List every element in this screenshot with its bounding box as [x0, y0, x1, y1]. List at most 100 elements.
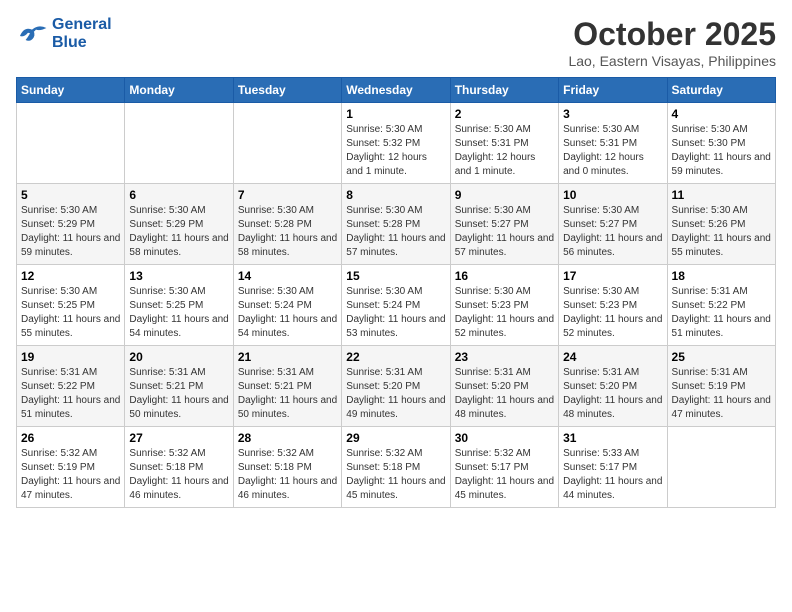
day-cell: 4Sunrise: 5:30 AMSunset: 5:30 PMDaylight…	[667, 103, 775, 184]
day-cell: 12Sunrise: 5:30 AMSunset: 5:25 PMDayligh…	[17, 265, 125, 346]
day-cell: 13 Sunrise: 5:30 AMSunset: 5:25 PMDayligh…	[125, 265, 233, 346]
day-number: 25	[672, 350, 771, 364]
day-number: 7	[238, 188, 337, 202]
day-number: 6	[129, 188, 228, 202]
day-info: Sunrise: 5:30 AMSunset: 5:24 PMDaylight:…	[238, 285, 337, 341]
day-cell: 22 Sunrise: 5:31 AMSunset: 5:20 PMDayligh…	[342, 346, 450, 427]
day-info: Sunrise: 5:31 AMSunset: 5:22 PMDaylight:…	[672, 285, 771, 341]
day-cell: 5Sunrise: 5:30 AMSunset: 5:29 PMDaylight…	[17, 184, 125, 265]
week-row-3: 12Sunrise: 5:30 AMSunset: 5:25 PMDayligh…	[17, 265, 776, 346]
day-cell: 21Sunrise: 5:31 AMSunset: 5:21 PMDayligh…	[233, 346, 341, 427]
day-number: 2	[455, 107, 554, 121]
day-cell: 7 Sunrise: 5:30 AMSunset: 5:28 PMDaylight…	[233, 184, 341, 265]
weekday-row: SundayMondayTuesdayWednesdayThursdayFrid…	[17, 78, 776, 103]
week-row-2: 5Sunrise: 5:30 AMSunset: 5:29 PMDaylight…	[17, 184, 776, 265]
day-info: Sunrise: 5:33 AMSunset: 5:17 PMDaylight:…	[563, 447, 662, 503]
day-info: Sunrise: 5:30 AMSunset: 5:29 PMDaylight:…	[129, 204, 228, 260]
day-number: 3	[563, 107, 662, 121]
day-cell: 28 Sunrise: 5:32 AMSunset: 5:18 PMDayligh…	[233, 427, 341, 508]
day-number: 29	[346, 431, 445, 445]
day-number: 13	[129, 269, 228, 283]
day-info: Sunrise: 5:30 AMSunset: 5:26 PMDaylight:…	[672, 204, 771, 260]
day-info: Sunrise: 5:30 AMSunset: 5:27 PMDaylight:…	[455, 204, 554, 260]
day-cell: 11 Sunrise: 5:30 AMSunset: 5:26 PMDayligh…	[667, 184, 775, 265]
day-info: Sunrise: 5:30 AMSunset: 5:31 PMDaylight:…	[563, 123, 662, 179]
weekday-wednesday: Wednesday	[342, 78, 450, 103]
day-cell	[233, 103, 341, 184]
day-info: Sunrise: 5:32 AMSunset: 5:18 PMDaylight:…	[129, 447, 228, 503]
day-cell: 31 Sunrise: 5:33 AMSunset: 5:17 PMDayligh…	[559, 427, 667, 508]
day-number: 10	[563, 188, 662, 202]
day-number: 20	[129, 350, 228, 364]
logo-icon	[16, 20, 48, 48]
day-number: 9	[455, 188, 554, 202]
day-number: 22	[346, 350, 445, 364]
day-cell: 15Sunrise: 5:30 AMSunset: 5:24 PMDayligh…	[342, 265, 450, 346]
weekday-friday: Friday	[559, 78, 667, 103]
day-number: 21	[238, 350, 337, 364]
day-cell: 14 Sunrise: 5:30 AMSunset: 5:24 PMDayligh…	[233, 265, 341, 346]
day-number: 4	[672, 107, 771, 121]
day-cell: 10 Sunrise: 5:30 AMSunset: 5:27 PMDayligh…	[559, 184, 667, 265]
title-block: October 2025 Lao, Eastern Visayas, Phili…	[568, 16, 776, 69]
day-cell: 6 Sunrise: 5:30 AMSunset: 5:29 PMDaylight…	[125, 184, 233, 265]
day-number: 28	[238, 431, 337, 445]
weekday-tuesday: Tuesday	[233, 78, 341, 103]
day-info: Sunrise: 5:32 AMSunset: 5:17 PMDaylight:…	[455, 447, 554, 503]
day-info: Sunrise: 5:31 AMSunset: 5:20 PMDaylight:…	[455, 366, 554, 422]
day-cell: 18 Sunrise: 5:31 AMSunset: 5:22 PMDayligh…	[667, 265, 775, 346]
day-info: Sunrise: 5:30 AMSunset: 5:28 PMDaylight:…	[238, 204, 337, 260]
day-number: 11	[672, 188, 771, 202]
day-info: Sunrise: 5:30 AMSunset: 5:27 PMDaylight:…	[563, 204, 662, 260]
day-number: 1	[346, 107, 445, 121]
page-header: General Blue October 2025 Lao, Eastern V…	[16, 16, 776, 69]
day-info: Sunrise: 5:30 AMSunset: 5:25 PMDaylight:…	[129, 285, 228, 341]
weekday-monday: Monday	[125, 78, 233, 103]
day-info: Sunrise: 5:30 AMSunset: 5:23 PMDaylight:…	[563, 285, 662, 341]
weekday-sunday: Sunday	[17, 78, 125, 103]
month-title: October 2025	[568, 16, 776, 53]
day-cell: 8 Sunrise: 5:30 AMSunset: 5:28 PMDaylight…	[342, 184, 450, 265]
day-number: 8	[346, 188, 445, 202]
logo: General Blue	[16, 16, 112, 53]
day-cell	[17, 103, 125, 184]
day-number: 15	[346, 269, 445, 283]
day-info: Sunrise: 5:31 AMSunset: 5:22 PMDaylight:…	[21, 366, 120, 422]
day-info: Sunrise: 5:31 AMSunset: 5:20 PMDaylight:…	[346, 366, 445, 422]
day-cell: 27Sunrise: 5:32 AMSunset: 5:18 PMDayligh…	[125, 427, 233, 508]
day-number: 14	[238, 269, 337, 283]
day-cell: 9 Sunrise: 5:30 AMSunset: 5:27 PMDaylight…	[450, 184, 558, 265]
day-info: Sunrise: 5:32 AMSunset: 5:18 PMDaylight:…	[238, 447, 337, 503]
day-cell: 25 Sunrise: 5:31 AMSunset: 5:19 PMDayligh…	[667, 346, 775, 427]
calendar-header: SundayMondayTuesdayWednesdayThursdayFrid…	[17, 78, 776, 103]
day-number: 19	[21, 350, 120, 364]
day-info: Sunrise: 5:32 AMSunset: 5:18 PMDaylight:…	[346, 447, 445, 503]
week-row-1: 1 Sunrise: 5:30 AMSunset: 5:32 PMDaylight…	[17, 103, 776, 184]
day-cell: 17Sunrise: 5:30 AMSunset: 5:23 PMDayligh…	[559, 265, 667, 346]
day-cell	[667, 427, 775, 508]
day-info: Sunrise: 5:30 AMSunset: 5:28 PMDaylight:…	[346, 204, 445, 260]
weekday-thursday: Thursday	[450, 78, 558, 103]
day-cell: 23 Sunrise: 5:31 AMSunset: 5:20 PMDayligh…	[450, 346, 558, 427]
day-info: Sunrise: 5:30 AMSunset: 5:31 PMDaylight:…	[455, 123, 554, 179]
day-info: Sunrise: 5:31 AMSunset: 5:20 PMDaylight:…	[563, 366, 662, 422]
day-number: 31	[563, 431, 662, 445]
day-number: 18	[672, 269, 771, 283]
weekday-saturday: Saturday	[667, 78, 775, 103]
day-cell: 24Sunrise: 5:31 AMSunset: 5:20 PMDayligh…	[559, 346, 667, 427]
day-info: Sunrise: 5:30 AMSunset: 5:32 PMDaylight:…	[346, 123, 445, 179]
day-cell: 20Sunrise: 5:31 AMSunset: 5:21 PMDayligh…	[125, 346, 233, 427]
day-cell: 30 Sunrise: 5:32 AMSunset: 5:17 PMDayligh…	[450, 427, 558, 508]
day-cell: 19 Sunrise: 5:31 AMSunset: 5:22 PMDayligh…	[17, 346, 125, 427]
day-cell: 2 Sunrise: 5:30 AMSunset: 5:31 PMDaylight…	[450, 103, 558, 184]
day-cell: 3 Sunrise: 5:30 AMSunset: 5:31 PMDaylight…	[559, 103, 667, 184]
day-number: 23	[455, 350, 554, 364]
day-number: 30	[455, 431, 554, 445]
location-title: Lao, Eastern Visayas, Philippines	[568, 53, 776, 69]
day-number: 26	[21, 431, 120, 445]
day-cell: 29 Sunrise: 5:32 AMSunset: 5:18 PMDayligh…	[342, 427, 450, 508]
day-cell	[125, 103, 233, 184]
day-info: Sunrise: 5:31 AMSunset: 5:19 PMDaylight:…	[672, 366, 771, 422]
day-number: 16	[455, 269, 554, 283]
day-info: Sunrise: 5:32 AMSunset: 5:19 PMDaylight:…	[21, 447, 120, 503]
